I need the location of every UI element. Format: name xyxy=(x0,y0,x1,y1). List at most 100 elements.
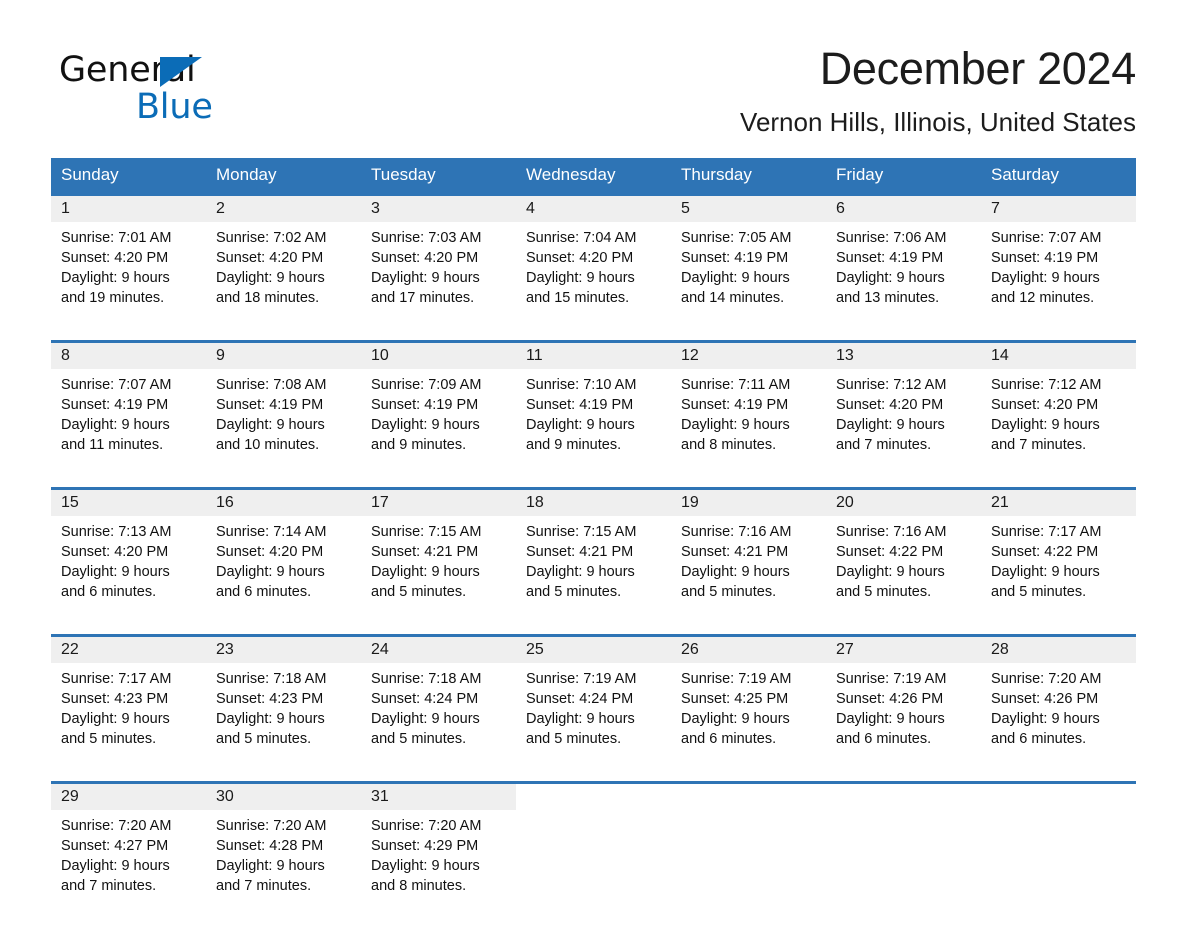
sunrise-text: Sunrise: 7:12 AM xyxy=(991,377,1102,393)
week-cells: 22 Sunrise: 7:17 AM Sunset: 4:23 PM Dayligh… xyxy=(51,637,1136,767)
daylight-text-line1: Daylight: 9 hours xyxy=(371,270,480,286)
sunrise-text: Sunrise: 7:15 AM xyxy=(371,524,482,540)
day-cell[interactable]: 19 Sunrise: 7:16 AM Sunset: 4:21 PM Dayligh… xyxy=(671,490,826,620)
day-number-band: 7 xyxy=(981,196,1136,222)
day-cell[interactable]: 24 Sunrise: 7:18 AM Sunset: 4:24 PM Dayligh… xyxy=(361,637,516,767)
day-cell[interactable]: 29 Sunrise: 7:20 AM Sunset: 4:27 PM Dayligh… xyxy=(51,784,206,914)
day-cell[interactable]: 16 Sunrise: 7:14 AM Sunset: 4:20 PM Dayligh… xyxy=(206,490,361,620)
day-cell[interactable]: 1 Sunrise: 7:01 AM Sunset: 4:20 PM Daylight… xyxy=(51,196,206,326)
weekday-header-sunday: Sunday xyxy=(61,165,119,184)
day-cell[interactable]: 9 Sunrise: 7:08 AM Sunset: 4:19 PM Daylight… xyxy=(206,343,361,473)
day-cell[interactable]: 4 Sunrise: 7:04 AM Sunset: 4:20 PM Daylight… xyxy=(516,196,671,326)
sunrise-text: Sunrise: 7:16 AM xyxy=(681,524,792,540)
day-details xyxy=(516,810,671,816)
day-number: 27 xyxy=(836,641,854,658)
day-cell[interactable]: 11 Sunrise: 7:10 AM Sunset: 4:19 PM Dayligh… xyxy=(516,343,671,473)
sunset-text: Sunset: 4:25 PM xyxy=(681,691,789,707)
daylight-text-line2: and 9 minutes. xyxy=(526,437,622,453)
day-number-band: 12 xyxy=(671,343,826,369)
day-cell[interactable]: 31 Sunrise: 7:20 AM Sunset: 4:29 PM Dayligh… xyxy=(361,784,516,914)
day-number: 26 xyxy=(681,641,699,658)
day-cell-empty xyxy=(516,784,671,914)
daylight-text-line1: Daylight: 9 hours xyxy=(681,270,790,286)
sunset-text: Sunset: 4:19 PM xyxy=(526,397,634,413)
day-number: 7 xyxy=(991,200,1000,217)
day-number: 15 xyxy=(61,494,79,511)
day-number-band: 2 xyxy=(206,196,361,222)
daylight-text-line1: Daylight: 9 hours xyxy=(836,564,945,580)
day-cell[interactable]: 23 Sunrise: 7:18 AM Sunset: 4:23 PM Dayligh… xyxy=(206,637,361,767)
sunrise-text: Sunrise: 7:19 AM xyxy=(526,671,637,687)
day-number: 24 xyxy=(371,641,389,658)
day-number: 1 xyxy=(61,200,70,217)
daylight-text-line2: and 5 minutes. xyxy=(526,731,622,747)
daylight-text-line1: Daylight: 9 hours xyxy=(991,417,1100,433)
sunset-text: Sunset: 4:19 PM xyxy=(216,397,324,413)
day-cell[interactable]: 28 Sunrise: 7:20 AM Sunset: 4:26 PM Dayligh… xyxy=(981,637,1136,767)
day-cell[interactable]: 10 Sunrise: 7:09 AM Sunset: 4:19 PM Dayligh… xyxy=(361,343,516,473)
day-number: 12 xyxy=(681,347,699,364)
day-cell[interactable]: 25 Sunrise: 7:19 AM Sunset: 4:24 PM Dayligh… xyxy=(516,637,671,767)
day-cell[interactable]: 22 Sunrise: 7:17 AM Sunset: 4:23 PM Dayligh… xyxy=(51,637,206,767)
day-number: 28 xyxy=(991,641,1009,658)
sunrise-text: Sunrise: 7:02 AM xyxy=(216,230,327,246)
day-cell[interactable]: 17 Sunrise: 7:15 AM Sunset: 4:21 PM Dayligh… xyxy=(361,490,516,620)
day-cell[interactable]: 21 Sunrise: 7:17 AM Sunset: 4:22 PM Dayligh… xyxy=(981,490,1136,620)
day-number-band: 9 xyxy=(206,343,361,369)
sunset-text: Sunset: 4:20 PM xyxy=(61,544,169,560)
day-details: Sunrise: 7:07 AM Sunset: 4:19 PM Daylight:… xyxy=(51,369,206,455)
daylight-text-line2: and 13 minutes. xyxy=(836,290,940,306)
day-details: Sunrise: 7:20 AM Sunset: 4:28 PM Daylight:… xyxy=(206,810,361,896)
day-number: 6 xyxy=(836,200,845,217)
day-cell[interactable]: 6 Sunrise: 7:06 AM Sunset: 4:19 PM Daylight… xyxy=(826,196,981,326)
sunrise-text: Sunrise: 7:17 AM xyxy=(991,524,1102,540)
day-details: Sunrise: 7:15 AM Sunset: 4:21 PM Daylight:… xyxy=(361,516,516,602)
sunrise-text: Sunrise: 7:12 AM xyxy=(836,377,947,393)
day-number: 2 xyxy=(216,200,225,217)
daylight-text-line2: and 5 minutes. xyxy=(61,731,157,747)
page-header: General Blue December 2024 Vernon Hills,… xyxy=(51,40,1136,148)
daylight-text-line1: Daylight: 9 hours xyxy=(61,270,170,286)
day-details: Sunrise: 7:08 AM Sunset: 4:19 PM Daylight:… xyxy=(206,369,361,455)
daylight-text-line1: Daylight: 9 hours xyxy=(61,858,170,874)
daylight-text-line1: Daylight: 9 hours xyxy=(371,417,480,433)
day-details: Sunrise: 7:18 AM Sunset: 4:24 PM Daylight:… xyxy=(361,663,516,749)
day-cell[interactable]: 14 Sunrise: 7:12 AM Sunset: 4:20 PM Dayligh… xyxy=(981,343,1136,473)
day-cell[interactable]: 20 Sunrise: 7:16 AM Sunset: 4:22 PM Dayligh… xyxy=(826,490,981,620)
sunset-text: Sunset: 4:21 PM xyxy=(371,544,479,560)
day-cell[interactable]: 2 Sunrise: 7:02 AM Sunset: 4:20 PM Daylight… xyxy=(206,196,361,326)
sunrise-text: Sunrise: 7:17 AM xyxy=(61,671,172,687)
day-number-band xyxy=(671,784,826,810)
day-cell[interactable]: 15 Sunrise: 7:13 AM Sunset: 4:20 PM Dayligh… xyxy=(51,490,206,620)
day-number-band: 11 xyxy=(516,343,671,369)
day-number: 16 xyxy=(216,494,234,511)
day-cell[interactable]: 30 Sunrise: 7:20 AM Sunset: 4:28 PM Dayligh… xyxy=(206,784,361,914)
day-cell[interactable]: 8 Sunrise: 7:07 AM Sunset: 4:19 PM Daylight… xyxy=(51,343,206,473)
day-cell[interactable]: 3 Sunrise: 7:03 AM Sunset: 4:20 PM Daylight… xyxy=(361,196,516,326)
day-cell[interactable]: 27 Sunrise: 7:19 AM Sunset: 4:26 PM Dayligh… xyxy=(826,637,981,767)
day-details: Sunrise: 7:19 AM Sunset: 4:25 PM Daylight:… xyxy=(671,663,826,749)
day-number: 21 xyxy=(991,494,1009,511)
sunrise-text: Sunrise: 7:01 AM xyxy=(61,230,172,246)
sunset-text: Sunset: 4:20 PM xyxy=(61,250,169,266)
day-cell[interactable]: 12 Sunrise: 7:11 AM Sunset: 4:19 PM Dayligh… xyxy=(671,343,826,473)
daylight-text-line1: Daylight: 9 hours xyxy=(836,270,945,286)
day-details: Sunrise: 7:20 AM Sunset: 4:29 PM Daylight:… xyxy=(361,810,516,896)
general-blue-logo[interactable]: General Blue xyxy=(59,50,259,130)
day-details: Sunrise: 7:10 AM Sunset: 4:19 PM Daylight:… xyxy=(516,369,671,455)
day-number-band: 26 xyxy=(671,637,826,663)
daylight-text-line1: Daylight: 9 hours xyxy=(216,417,325,433)
sunset-text: Sunset: 4:26 PM xyxy=(991,691,1099,707)
day-number-band: 19 xyxy=(671,490,826,516)
day-number: 31 xyxy=(371,788,389,805)
day-number-band xyxy=(516,784,671,810)
calendar-body: 1 Sunrise: 7:01 AM Sunset: 4:20 PM Daylight… xyxy=(51,193,1136,928)
day-cell[interactable]: 13 Sunrise: 7:12 AM Sunset: 4:20 PM Dayligh… xyxy=(826,343,981,473)
day-cell[interactable]: 26 Sunrise: 7:19 AM Sunset: 4:25 PM Dayligh… xyxy=(671,637,826,767)
day-number-band: 10 xyxy=(361,343,516,369)
day-cell[interactable]: 5 Sunrise: 7:05 AM Sunset: 4:19 PM Daylight… xyxy=(671,196,826,326)
day-number: 30 xyxy=(216,788,234,805)
daylight-text-line2: and 7 minutes. xyxy=(61,878,157,894)
day-cell[interactable]: 7 Sunrise: 7:07 AM Sunset: 4:19 PM Daylight… xyxy=(981,196,1136,326)
day-cell[interactable]: 18 Sunrise: 7:15 AM Sunset: 4:21 PM Dayligh… xyxy=(516,490,671,620)
